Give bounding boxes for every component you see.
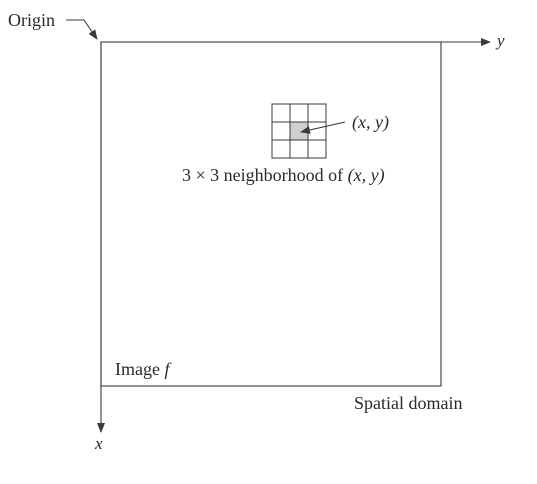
neighborhood-caption: 3 × 3 neighborhood of (x, y) bbox=[182, 165, 385, 186]
neighbor-pixel bbox=[307, 103, 327, 123]
neighbor-pixel bbox=[271, 121, 291, 141]
neighbor-pixel bbox=[289, 103, 309, 123]
spatial-domain-label: Spatial domain bbox=[354, 393, 462, 413]
neighbor-pixel bbox=[271, 139, 291, 159]
neighborhood-caption-prefix: 3 × 3 neighborhood of bbox=[182, 165, 348, 185]
center-point-label: (x, y) bbox=[352, 112, 389, 133]
neighbor-pixel bbox=[307, 121, 327, 141]
neighbor-pixel bbox=[307, 139, 327, 159]
neighbor-pixel bbox=[289, 139, 309, 159]
image-label-word: Image bbox=[115, 359, 164, 379]
y-axis-label: y bbox=[495, 31, 505, 50]
neighbor-pixel bbox=[271, 103, 291, 123]
origin-pointer-arrow bbox=[66, 19, 98, 40]
image-label: Image f bbox=[115, 359, 172, 379]
origin-label: Origin bbox=[8, 10, 55, 30]
image-boundary bbox=[100, 41, 442, 387]
image-label-symbol: f bbox=[164, 359, 172, 379]
x-axis-label: x bbox=[94, 434, 103, 453]
neighborhood-caption-point: (x, y) bbox=[348, 165, 385, 186]
spatial-domain-diagram: Origin y x (x, y) 3 × 3 neighborhood of … bbox=[8, 10, 505, 453]
neighborhood-grid bbox=[271, 103, 327, 159]
